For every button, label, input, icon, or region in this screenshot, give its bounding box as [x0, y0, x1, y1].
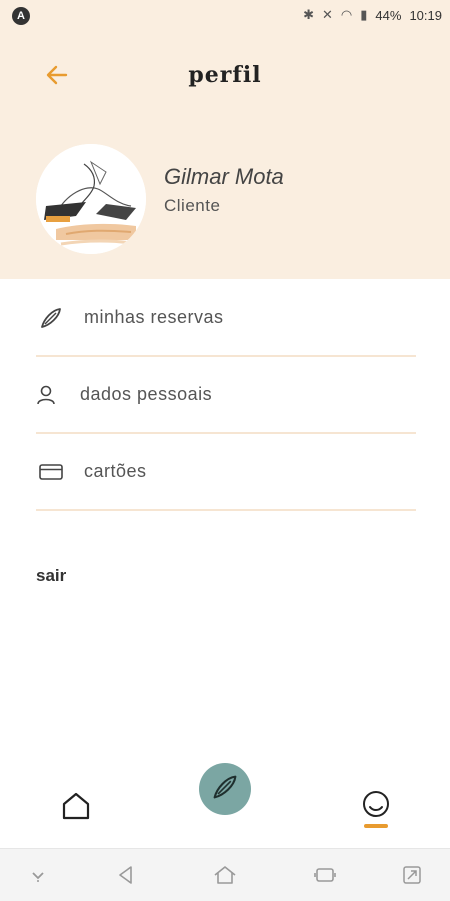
- profile-menu: minhas reservas dados pessoais cartões: [36, 280, 416, 511]
- avatar[interactable]: [36, 144, 146, 254]
- recent-apps-icon[interactable]: [311, 861, 339, 889]
- menu-item-reservations[interactable]: minhas reservas: [36, 280, 416, 357]
- surfboard-icon: [36, 303, 66, 333]
- home-nav-icon[interactable]: [211, 861, 239, 889]
- menu-item-cards[interactable]: cartões: [36, 434, 416, 511]
- person-icon: [36, 380, 56, 410]
- mute-icon: ✕: [322, 7, 333, 22]
- status-indicators: ✱ ✕ ◠ ▮ 44% 10:19: [303, 7, 442, 23]
- menu-item-label: minhas reservas: [84, 307, 224, 327]
- user-name: Gilmar Mota: [164, 164, 284, 189]
- signal-icon: ▮: [360, 7, 368, 22]
- status-bar: A ✱ ✕ ◠ ▮ 44% 10:19: [0, 0, 450, 32]
- wifi-icon: ◠: [340, 7, 353, 22]
- menu-item-label: dados pessoais: [80, 384, 213, 404]
- smiley-icon: [360, 791, 392, 834]
- app-notification-icon: A: [12, 7, 30, 25]
- chevron-down-icon[interactable]: [24, 861, 52, 889]
- expand-icon[interactable]: [398, 861, 426, 889]
- profile-header: perfil Gilmar Mota Cliente: [0, 32, 450, 279]
- profile-tab[interactable]: [360, 790, 392, 830]
- bottom-nav: [0, 760, 450, 848]
- clock: 10:19: [409, 7, 442, 23]
- reservations-fab[interactable]: [199, 763, 251, 815]
- card-icon: [36, 457, 66, 487]
- bluetooth-icon: ✱: [303, 7, 315, 22]
- home-icon[interactable]: [60, 790, 92, 822]
- menu-item-personal-data[interactable]: dados pessoais: [36, 357, 416, 434]
- battery-level: 44%: [375, 7, 402, 23]
- logout-button[interactable]: sair: [36, 566, 66, 586]
- back-triangle-icon[interactable]: [112, 861, 140, 889]
- system-nav-bar: [0, 848, 450, 901]
- menu-item-label: cartões: [84, 461, 147, 481]
- surfboard-icon: [210, 772, 240, 807]
- user-role: Cliente: [164, 196, 221, 215]
- page-title: perfil: [188, 62, 262, 88]
